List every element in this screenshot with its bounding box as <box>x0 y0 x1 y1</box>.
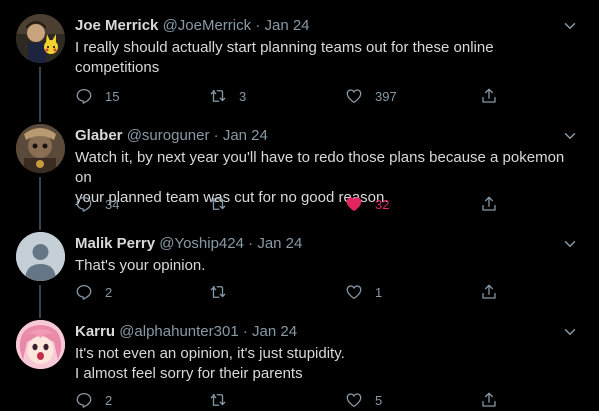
tweet-text-line: competitions <box>75 59 160 76</box>
reply-count: 2 <box>105 284 113 300</box>
reply-button[interactable]: 2 <box>75 282 112 302</box>
retweet-button[interactable] <box>209 390 239 410</box>
separator: · <box>213 127 219 144</box>
chevron-down-icon[interactable] <box>561 323 579 341</box>
like-count: 5 <box>375 392 383 408</box>
share-button[interactable] <box>480 86 498 106</box>
thread-connector <box>39 112 41 122</box>
thread-connector <box>39 177 41 220</box>
share-icon <box>482 284 496 299</box>
thread-connector <box>39 285 41 308</box>
share-button[interactable] <box>480 282 498 302</box>
retweet-button[interactable] <box>209 282 239 302</box>
share-button[interactable] <box>480 194 498 214</box>
joe-merrick-avatar-image <box>16 14 65 63</box>
tweet-text-line: Watch it, by next year you'll have to re… <box>75 149 565 186</box>
default-user-avatar-image <box>16 232 65 281</box>
tweet-actions: 2 1 <box>75 282 505 302</box>
user-handle[interactable]: @Yoship424 <box>159 235 244 252</box>
tweet[interactable]: Joe Merrick @JoeMerrick · Jan 24 I reall… <box>0 0 599 112</box>
like-button[interactable]: 397 <box>345 86 397 106</box>
share-button[interactable] <box>480 390 498 410</box>
chevron-down-icon[interactable] <box>561 17 579 35</box>
share-icon <box>482 88 496 103</box>
like-count: 32 <box>375 196 390 212</box>
heart-icon <box>346 393 362 408</box>
retweet-icon <box>210 198 226 210</box>
like-count: 397 <box>375 88 397 104</box>
tweet-actions: 15 3 397 <box>75 86 505 106</box>
tweet-date[interactable]: Jan 24 <box>252 323 297 340</box>
reply-count: 15 <box>105 88 120 104</box>
tweet[interactable]: Karru @alphahunter301 · Jan 24 It's not … <box>0 308 599 411</box>
user-handle[interactable]: @suroguner <box>127 127 210 144</box>
tweet[interactable]: Glaber @suroguner · Jan 24 Watch it, by … <box>0 112 599 220</box>
chevron-down-icon[interactable] <box>561 127 579 145</box>
tweet-header: Karru @alphahunter301 · Jan 24 <box>75 322 297 342</box>
retweet-icon <box>210 286 226 298</box>
heart-icon <box>346 89 362 104</box>
avatar[interactable] <box>16 14 65 63</box>
reply-icon <box>76 284 92 300</box>
tweet-actions: 34 32 <box>75 194 505 214</box>
retweet-icon <box>210 90 226 102</box>
retweet-button[interactable]: 3 <box>209 86 246 106</box>
thread-connector <box>39 220 41 230</box>
tweet-date[interactable]: Jan 24 <box>264 17 309 34</box>
retweet-button[interactable] <box>209 194 239 214</box>
karru-anime-avatar-image <box>16 320 65 369</box>
like-button[interactable]: 32 <box>345 194 389 214</box>
glaber-avatar-image <box>16 124 65 173</box>
user-handle[interactable]: @alphahunter301 <box>119 323 239 340</box>
reply-icon <box>76 88 92 104</box>
user-handle[interactable]: @JoeMerrick <box>163 17 252 34</box>
like-button[interactable]: 5 <box>345 390 382 410</box>
avatar[interactable] <box>16 320 65 369</box>
tweet-text: I really should actually start planning … <box>75 38 575 78</box>
display-name[interactable]: Malik Perry <box>75 235 155 252</box>
reply-button[interactable]: 15 <box>75 86 119 106</box>
tweet-text-line: I almost feel sorry for their parents <box>75 365 303 382</box>
like-count: 1 <box>375 284 383 300</box>
reply-icon <box>76 392 92 408</box>
tweet-text-line: It's not even an opinion, it's just stup… <box>75 345 345 362</box>
tweet-text-line: That's your opinion. <box>75 257 206 274</box>
tweet-header: Joe Merrick @JoeMerrick · Jan 24 <box>75 16 310 36</box>
avatar[interactable] <box>16 124 65 173</box>
tweet-header: Glaber @suroguner · Jan 24 <box>75 126 268 146</box>
heart-icon <box>346 197 362 212</box>
thread-connector <box>39 308 41 318</box>
tweet-header: Malik Perry @Yoship424 · Jan 24 <box>75 234 302 254</box>
display-name[interactable]: Joe Merrick <box>75 17 158 34</box>
tweet-text-line: I really should actually start planning … <box>75 39 494 56</box>
avatar[interactable] <box>16 232 65 281</box>
reply-count: 34 <box>105 196 120 212</box>
tweet-thread: Joe Merrick @JoeMerrick · Jan 24 I reall… <box>0 0 599 411</box>
separator: · <box>255 17 261 34</box>
separator: · <box>242 323 248 340</box>
reply-button[interactable]: 2 <box>75 390 112 410</box>
reply-icon <box>76 196 92 212</box>
tweet-text: That's your opinion. <box>75 256 575 276</box>
tweet-date[interactable]: Jan 24 <box>257 235 302 252</box>
display-name[interactable]: Glaber <box>75 127 123 144</box>
like-button[interactable]: 1 <box>345 282 382 302</box>
share-icon <box>482 196 496 211</box>
tweet-actions: 2 5 <box>75 390 505 410</box>
tweet[interactable]: Malik Perry @Yoship424 · Jan 24 That's y… <box>0 220 599 308</box>
display-name[interactable]: Karru <box>75 323 115 340</box>
retweet-count: 3 <box>239 88 247 104</box>
separator: · <box>248 235 254 252</box>
tweet-date[interactable]: Jan 24 <box>223 127 268 144</box>
chevron-down-icon[interactable] <box>561 235 579 253</box>
reply-count: 2 <box>105 392 113 408</box>
reply-button[interactable]: 34 <box>75 194 119 214</box>
heart-icon <box>346 285 362 300</box>
share-icon <box>482 392 496 407</box>
thread-connector <box>39 67 41 112</box>
retweet-icon <box>210 394 226 406</box>
tweet-text: It's not even an opinion, it's just stup… <box>75 344 575 384</box>
